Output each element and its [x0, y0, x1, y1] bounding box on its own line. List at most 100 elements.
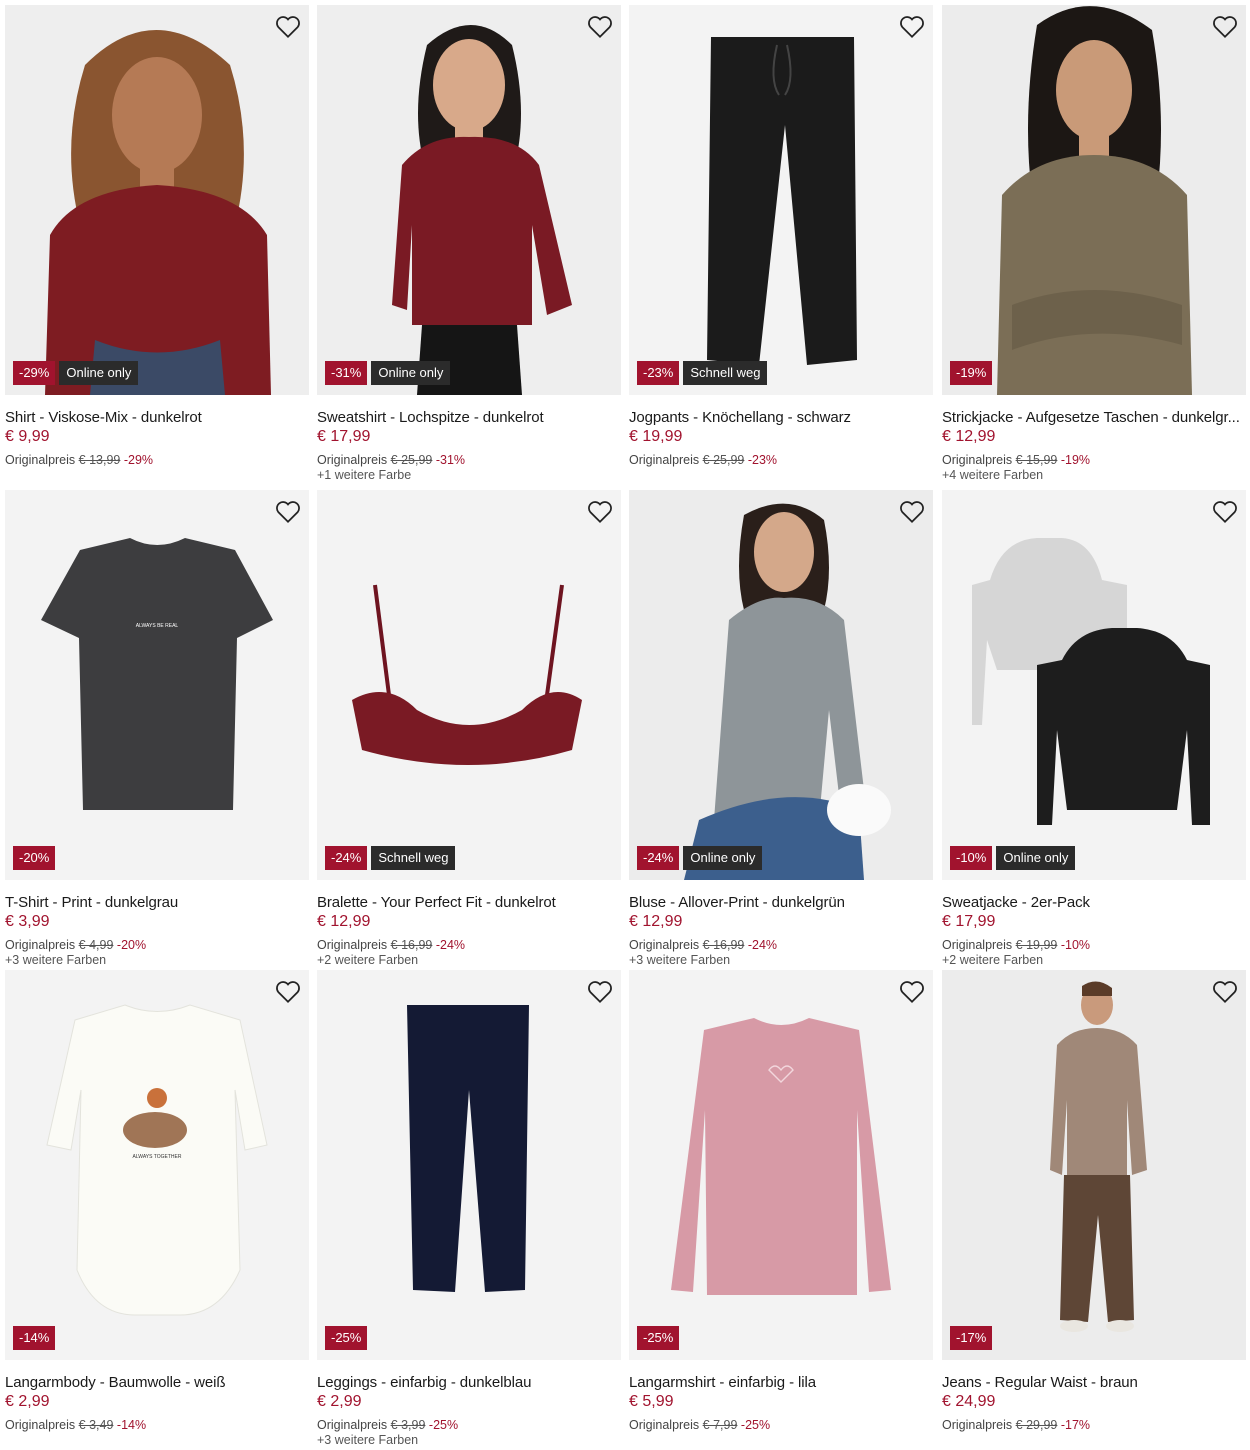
- original-price-line: Originalpreis € 15,99 -19%: [942, 453, 1246, 467]
- original-price-label: Originalpreis: [317, 1418, 388, 1432]
- original-price: € 13,99: [78, 453, 121, 467]
- badge-group: -20%: [13, 846, 56, 870]
- product-price: € 2,99: [317, 1393, 362, 1410]
- original-price: € 29,99: [1015, 1418, 1058, 1432]
- discount-badge: -29%: [13, 361, 56, 385]
- product-title[interactable]: Shirt - Viskose-Mix - dunkelrot: [5, 409, 309, 426]
- discount-percent: -20%: [116, 938, 147, 952]
- wishlist-heart-icon[interactable]: [587, 15, 613, 39]
- product-title[interactable]: Leggings - einfarbig - dunkelblau: [317, 1374, 621, 1391]
- original-price-label: Originalpreis: [5, 1418, 76, 1432]
- product-card[interactable]: -24% Schnell weg Bralette - Your Perfect…: [317, 490, 621, 967]
- discount-badge: -19%: [950, 361, 993, 385]
- product-price: € 24,99: [942, 1393, 996, 1410]
- product-image[interactable]: -10% Online only: [942, 490, 1246, 880]
- more-colors-link[interactable]: +3 weitere Farben: [5, 953, 309, 967]
- discount-badge: -10%: [950, 846, 993, 870]
- original-price: € 3,49: [78, 1418, 114, 1432]
- wishlist-heart-icon[interactable]: [899, 500, 925, 524]
- original-price-line: Originalpreis € 3,49 -14%: [5, 1418, 309, 1432]
- wishlist-heart-icon[interactable]: [275, 980, 301, 1004]
- product-title[interactable]: Sweatshirt - Lochspitze - dunkelrot: [317, 409, 621, 426]
- original-price-line: Originalpreis € 16,99 -24%: [629, 938, 933, 952]
- product-card[interactable]: -10% Online only Sweatjacke - 2er-Pack €…: [942, 490, 1246, 967]
- product-title[interactable]: Bralette - Your Perfect Fit - dunkelrot: [317, 894, 621, 911]
- product-title[interactable]: Langarmbody - Baumwolle - weiß: [5, 1374, 309, 1391]
- product-card[interactable]: -25% Leggings - einfarbig - dunkelblau €…: [317, 970, 621, 1447]
- original-price-line: Originalpreis € 25,99 -31%: [317, 453, 621, 467]
- wishlist-heart-icon[interactable]: [1212, 500, 1238, 524]
- discount-percent: -24%: [747, 938, 778, 952]
- product-price: € 5,99: [629, 1393, 674, 1410]
- product-price: € 3,99: [5, 913, 50, 930]
- product-image[interactable]: -29% Online only: [5, 5, 309, 395]
- wishlist-heart-icon[interactable]: [1212, 980, 1238, 1004]
- wishlist-heart-icon[interactable]: [587, 500, 613, 524]
- product-title[interactable]: Jogpants - Knöchellang - schwarz: [629, 409, 933, 426]
- product-image[interactable]: -24% Online only: [629, 490, 933, 880]
- original-price-line: Originalpreis € 29,99 -17%: [942, 1418, 1246, 1432]
- product-card[interactable]: -25% Langarmshirt - einfarbig - lila € 5…: [629, 970, 933, 1432]
- product-image[interactable]: -25%: [629, 970, 933, 1360]
- badge-group: -31% Online only: [325, 361, 451, 385]
- discount-badge: -20%: [13, 846, 56, 870]
- product-image[interactable]: -19%: [942, 5, 1246, 395]
- original-price-line: Originalpreis € 16,99 -24%: [317, 938, 621, 952]
- product-title[interactable]: Langarmshirt - einfarbig - lila: [629, 1374, 933, 1391]
- more-colors-link[interactable]: +4 weitere Farben: [942, 468, 1246, 482]
- more-colors-link[interactable]: +3 weitere Farben: [317, 1433, 621, 1447]
- wishlist-heart-icon[interactable]: [1212, 15, 1238, 39]
- product-image[interactable]: ALWAYS BE REAL -20%: [5, 490, 309, 880]
- wishlist-heart-icon[interactable]: [275, 500, 301, 524]
- product-image[interactable]: -23% Schnell weg: [629, 5, 933, 395]
- wishlist-heart-icon[interactable]: [275, 15, 301, 39]
- product-card[interactable]: -23% Schnell weg Jogpants - Knöchellang …: [629, 5, 933, 467]
- product-title[interactable]: Strickjacke - Aufgesetze Taschen - dunke…: [942, 409, 1246, 426]
- product-image[interactable]: ALWAYS TOGETHER -14%: [5, 970, 309, 1360]
- product-image[interactable]: -24% Schnell weg: [317, 490, 621, 880]
- badge-group: -24% Online only: [637, 846, 763, 870]
- product-photo-red-bralette: [317, 490, 621, 880]
- wishlist-heart-icon[interactable]: [899, 15, 925, 39]
- original-price: € 16,99: [702, 938, 745, 952]
- more-colors-link[interactable]: +2 weitere Farben: [317, 953, 621, 967]
- discount-percent: -25%: [428, 1418, 459, 1432]
- wishlist-heart-icon[interactable]: [587, 980, 613, 1004]
- more-colors-link[interactable]: +3 weitere Farben: [629, 953, 933, 967]
- badge-group: -24% Schnell weg: [325, 846, 456, 870]
- product-card[interactable]: ALWAYS BE REAL -20% T-Shirt - Print - du…: [5, 490, 309, 967]
- badge-group: -19%: [950, 361, 993, 385]
- more-colors-link[interactable]: +2 weitere Farben: [942, 953, 1246, 967]
- product-image[interactable]: -25%: [317, 970, 621, 1360]
- product-card[interactable]: -31% Online only Sweatshirt - Lochspitze…: [317, 5, 621, 482]
- badge-group: -17%: [950, 1326, 993, 1350]
- product-image[interactable]: -17%: [942, 970, 1246, 1360]
- product-card[interactable]: -24% Online only Bluse - Allover-Print -…: [629, 490, 933, 967]
- product-photo-man-brown-jeans: [942, 970, 1246, 1360]
- original-price: € 4,99: [78, 938, 114, 952]
- product-card[interactable]: -19% Strickjacke - Aufgesetze Taschen - …: [942, 5, 1246, 482]
- discount-badge: -24%: [637, 846, 680, 870]
- product-title[interactable]: Jeans - Regular Waist - braun: [942, 1374, 1246, 1391]
- product-title[interactable]: Sweatjacke - 2er-Pack: [942, 894, 1246, 911]
- product-title[interactable]: T-Shirt - Print - dunkelgrau: [5, 894, 309, 911]
- original-price-label: Originalpreis: [629, 453, 700, 467]
- product-image[interactable]: -31% Online only: [317, 5, 621, 395]
- original-price: € 7,99: [702, 1418, 738, 1432]
- more-colors-link[interactable]: +1 weitere Farbe: [317, 468, 621, 482]
- wishlist-heart-icon[interactable]: [899, 980, 925, 1004]
- discount-badge: -25%: [637, 1326, 680, 1350]
- status-badge: Schnell weg: [371, 846, 456, 870]
- product-card[interactable]: ALWAYS TOGETHER -14% Langarmbody - Baumw…: [5, 970, 309, 1432]
- product-card[interactable]: -17% Jeans - Regular Waist - braun € 24,…: [942, 970, 1246, 1432]
- discount-percent: -23%: [747, 453, 778, 467]
- product-photo-woman-print-blouse: [629, 490, 933, 880]
- discount-percent: -19%: [1060, 453, 1091, 467]
- product-card[interactable]: -29% Online only Shirt - Viskose-Mix - d…: [5, 5, 309, 467]
- discount-badge: -31%: [325, 361, 368, 385]
- product-photo-woman-cardigan: [942, 5, 1246, 395]
- product-title[interactable]: Bluse - Allover-Print - dunkelgrün: [629, 894, 933, 911]
- product-photo-navy-leggings: [317, 970, 621, 1360]
- status-badge: Online only: [683, 846, 763, 870]
- original-price-label: Originalpreis: [317, 453, 388, 467]
